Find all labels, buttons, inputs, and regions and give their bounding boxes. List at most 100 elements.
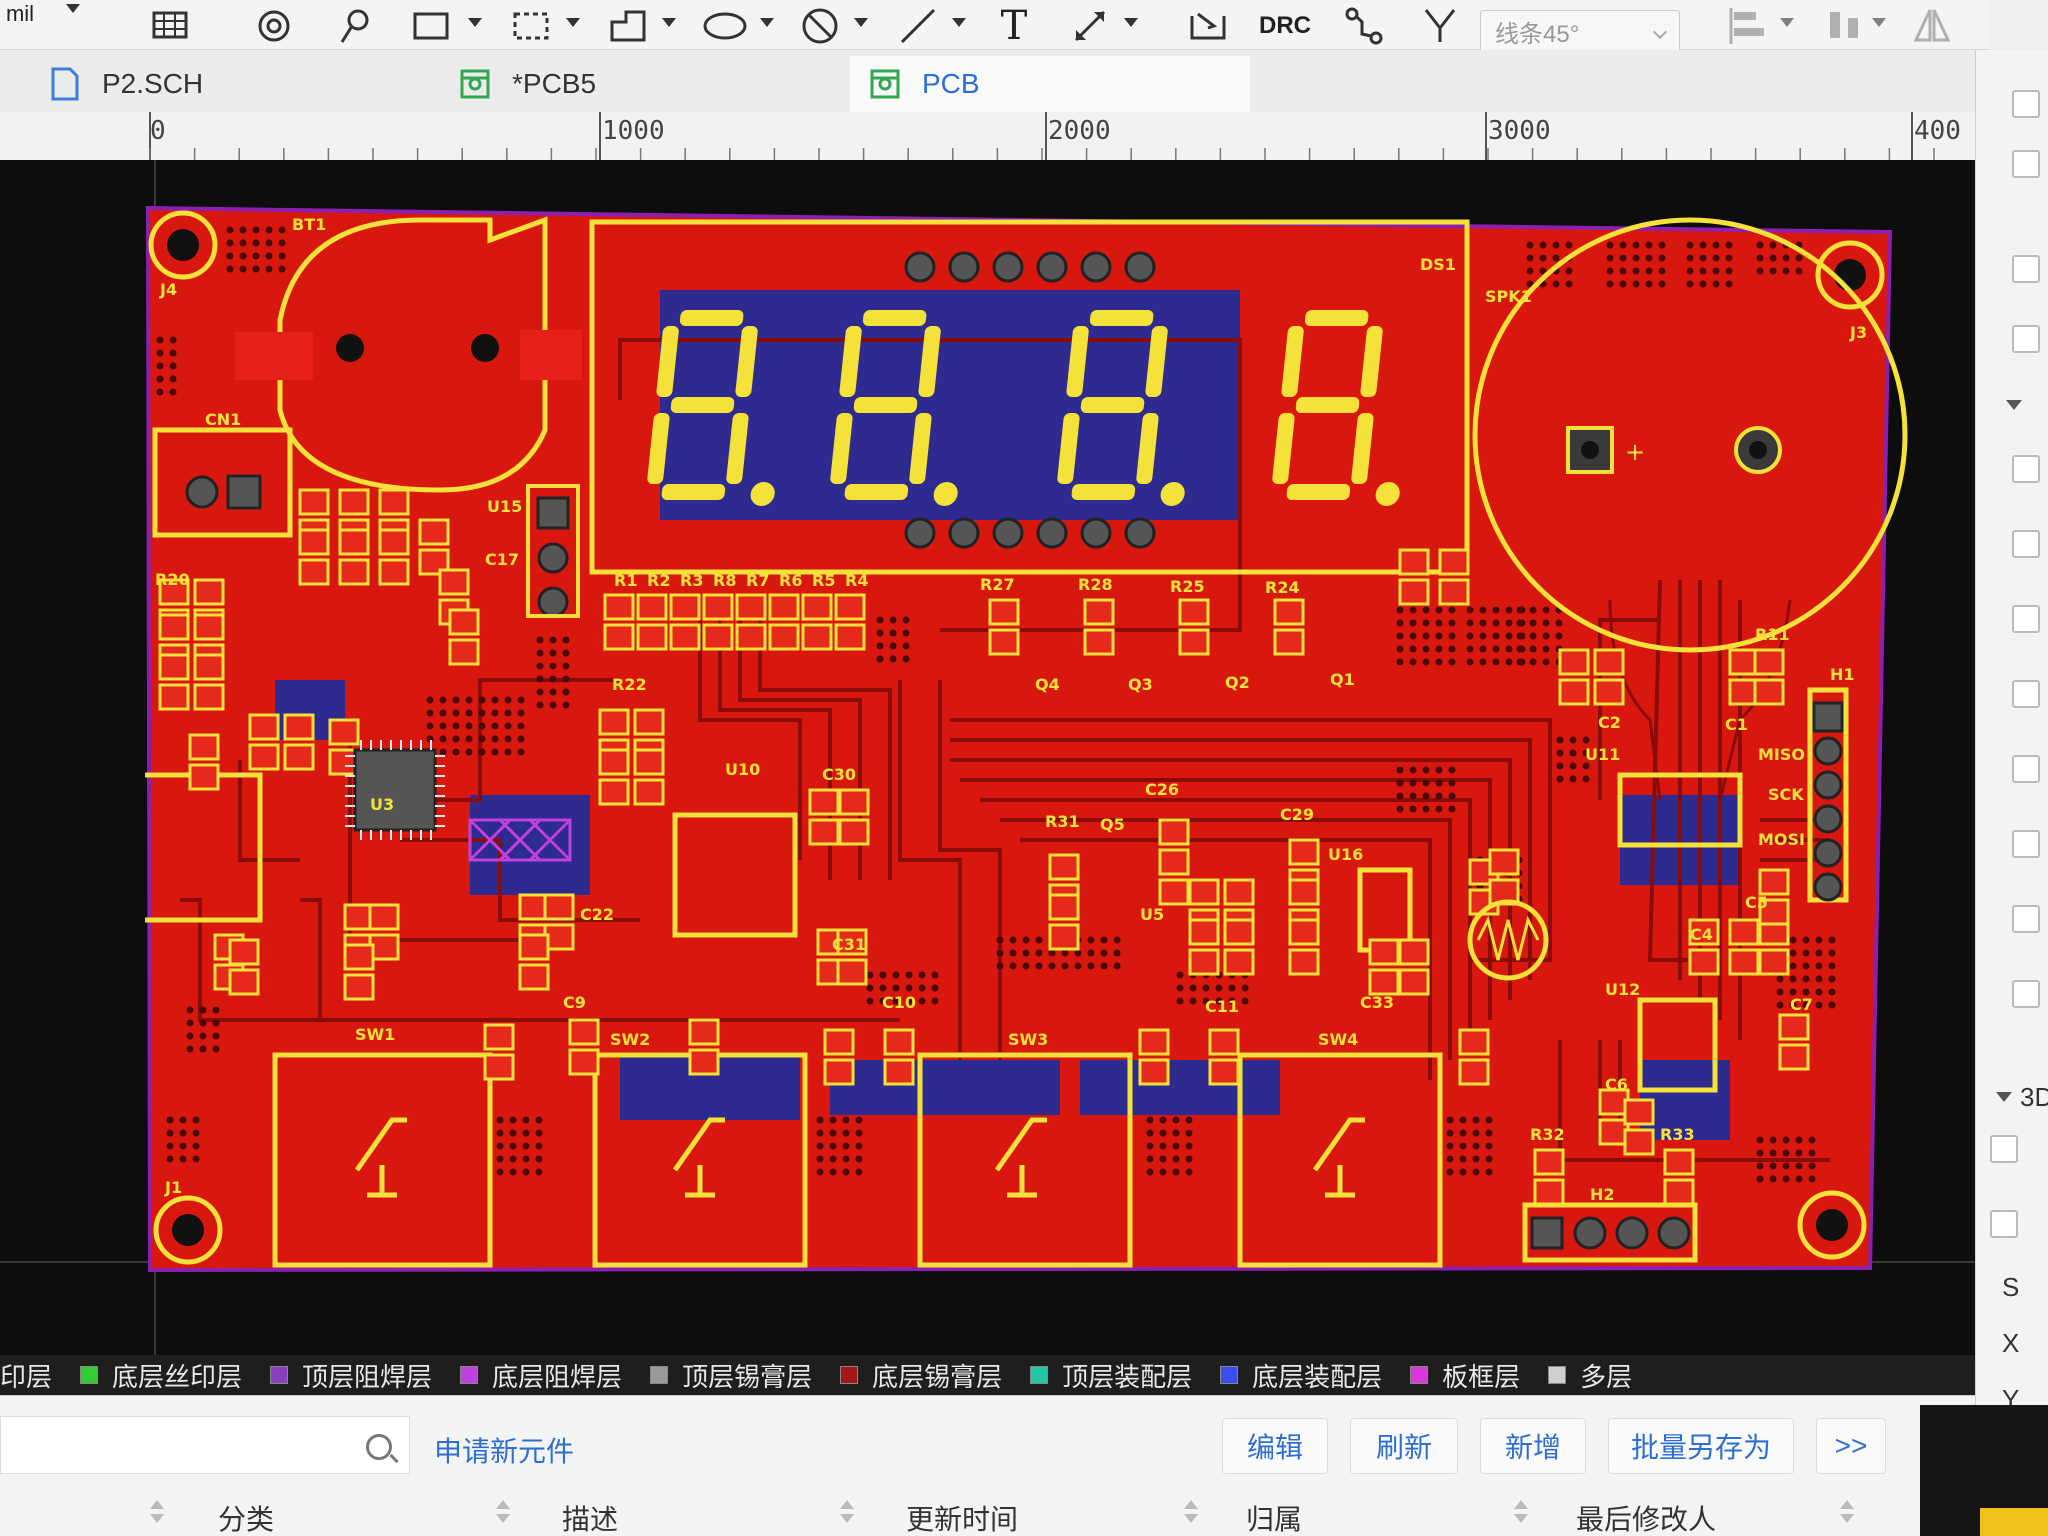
chevron-down-icon[interactable] [468,18,482,27]
via [1448,606,1456,614]
layer-toggle[interactable]: 顶层阻焊层 [270,1357,432,1394]
panel-checkbox[interactable] [1990,1135,2018,1163]
layer-toggle[interactable]: 底层阻焊层 [460,1357,622,1394]
routing-mode-select[interactable]: 线条45° [1480,10,1680,52]
via [252,265,260,273]
panel-checkbox[interactable] [2012,455,2040,483]
via [549,675,557,683]
polygon-icon[interactable] [606,6,650,46]
column-header-last-modified-by[interactable]: 最后修改人 [1576,1498,1716,1536]
chevron-down-icon[interactable] [66,4,80,13]
via [1448,766,1456,774]
via [1526,241,1534,249]
distribute-icon[interactable] [1822,6,1866,46]
chevron-down-icon[interactable] [1780,18,1794,27]
rectangle-select-icon[interactable] [410,6,454,46]
diff-pair-icon[interactable] [1418,6,1462,46]
chevron-down-icon[interactable] [566,18,580,27]
via [1769,1136,1777,1144]
collapse-arrow-icon[interactable] [2004,398,2024,412]
search-icon[interactable] [366,1434,392,1460]
layer-toggle[interactable]: 板框层 [1410,1357,1520,1394]
layer-toggle[interactable]: 印层 [0,1357,52,1394]
layer-toggle[interactable]: 顶层装配层 [1030,1357,1192,1394]
text-tool-icon[interactable]: T [992,3,1036,49]
library-search-input[interactable] [0,1416,410,1474]
via [156,388,164,396]
probe-icon[interactable] [334,6,374,46]
layer-toggle[interactable]: 顶层锡膏层 [650,1357,812,1394]
via-icon[interactable] [254,6,294,46]
column-header-description[interactable]: 描述 [562,1498,618,1536]
via [452,735,460,743]
column-header-owner[interactable]: 归属 [1246,1498,1302,1536]
chevron-down-icon[interactable] [1124,18,1138,27]
via [426,696,434,704]
layer-toggle[interactable]: 底层装配层 [1220,1357,1382,1394]
tab-pcb[interactable]: PCB [850,56,1250,112]
layer-toggle[interactable]: 底层锡膏层 [840,1357,1002,1394]
via [1789,949,1797,957]
panel-checkbox[interactable] [2012,830,2040,858]
sort-icon[interactable] [1836,1500,1858,1526]
panel-checkbox[interactable] [2012,755,2040,783]
units-label[interactable]: mil [0,0,40,34]
batch-save-as-button[interactable]: 批量另存为 [1608,1418,1794,1474]
via [855,1116,863,1124]
sort-icon[interactable] [836,1500,858,1526]
panel-checkbox[interactable] [2012,255,2040,283]
via [1396,658,1404,666]
ellipse-icon[interactable] [700,6,750,46]
refresh-button[interactable]: 刷新 [1350,1418,1458,1474]
layer-toggle[interactable]: 底层丝印层 [80,1357,242,1394]
dimension-icon[interactable] [1068,6,1112,46]
via [517,748,525,756]
drc-button[interactable]: DRC [1259,6,1311,46]
no-connect-icon[interactable] [798,6,842,46]
chevron-down-icon[interactable] [1872,18,1886,27]
via [252,239,260,247]
pcb-canvas[interactable]: + BT1 DS1 SPK1 CN1 U15 U3 U10 U11 U12 U5… [0,160,1975,1355]
edit-button[interactable]: 编辑 [1222,1418,1328,1474]
sort-icon[interactable] [1180,1500,1202,1526]
align-icon[interactable] [1726,6,1770,46]
tab-p2-sch[interactable]: P2.SCH [30,56,440,112]
chevron-down-icon[interactable] [760,18,774,27]
panel-checkbox[interactable] [2012,325,2040,353]
via [1606,254,1614,262]
import-changes-icon[interactable] [1186,6,1230,46]
layer-color-swatch [270,1366,289,1384]
via [478,748,486,756]
panel-checkbox[interactable] [1990,1210,2018,1238]
apply-new-component-link[interactable]: 申请新元件 [434,1430,574,1470]
sort-icon[interactable] [492,1500,514,1526]
tab-pcb5[interactable]: *PCB5 [440,56,850,112]
panel-checkbox[interactable] [2012,90,2040,118]
panel-checkbox[interactable] [2012,150,2040,178]
layer-toggle[interactable]: 多层 [1548,1357,1632,1394]
column-header-category[interactable]: 分类 [218,1498,274,1536]
collapse-arrow-icon[interactable] [1994,1090,2014,1104]
via [491,748,499,756]
dashed-rectangle-icon[interactable] [510,6,554,46]
sort-icon[interactable] [1510,1500,1532,1526]
chevron-down-icon[interactable] [952,18,966,27]
panel-checkbox[interactable] [2012,980,2040,1008]
chevron-down-icon[interactable] [662,18,676,27]
grid-icon[interactable] [150,6,190,46]
panel-checkbox[interactable] [2012,605,2040,633]
flip-horizontal-icon[interactable] [1912,6,1952,46]
more-button[interactable]: >> [1816,1418,1886,1474]
via [876,616,884,624]
route-track-icon[interactable] [1342,6,1386,46]
panel-checkbox[interactable] [2012,530,2040,558]
chevron-down-icon[interactable] [854,18,868,27]
sort-icon[interactable] [146,1500,168,1526]
line-icon[interactable] [896,6,940,46]
via [1009,962,1017,970]
panel-checkbox[interactable] [2012,680,2040,708]
column-header-updated[interactable]: 更新时间 [906,1498,1018,1536]
pcb-board-drawing[interactable]: + BT1 DS1 SPK1 CN1 U15 U3 U10 U11 U12 U5… [0,160,1975,1355]
add-button[interactable]: 新增 [1480,1418,1586,1474]
panel-checkbox[interactable] [2012,905,2040,933]
